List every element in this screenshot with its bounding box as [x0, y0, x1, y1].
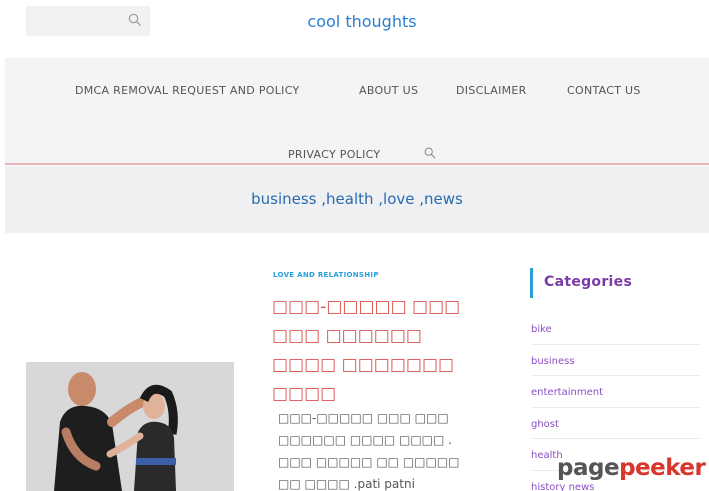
post-title-link[interactable]: □□□-□□□□□ □□□ □□□ □□□□□□ □□□□ □□□□□□□ □□… — [272, 293, 487, 409]
site-tagline: business ,health ,love ,news — [251, 190, 463, 208]
category-link-ghost[interactable]: ghost — [531, 408, 701, 439]
pagepeeker-watermark: pagepeeker — [557, 455, 706, 481]
couple-photo-illustration — [26, 362, 234, 491]
category-link-bike[interactable]: bike — [531, 313, 701, 345]
tagline-band: business ,health ,love ,news — [5, 166, 709, 233]
category-link-entertainment[interactable]: entertainment — [531, 376, 701, 408]
nav-item-privacy-policy[interactable]: PRIVACY POLICY — [288, 148, 380, 161]
main-navigation: DMCA REMOVAL REQUEST AND POLICY ABOUT US… — [5, 58, 709, 165]
search-icon[interactable] — [424, 147, 436, 159]
nav-item-disclaimer[interactable]: DISCLAIMER — [456, 84, 527, 97]
watermark-part-page: page — [557, 455, 620, 481]
nav-item-contact-us[interactable]: CONTACT US — [567, 84, 641, 97]
post-category-link[interactable]: LOVE AND RELATIONSHIP — [273, 271, 379, 279]
post-excerpt: □□□-□□□□□ □□□ □□□ □□□□□□ □□□□ □□□□ . □□□… — [278, 411, 460, 491]
post-featured-image[interactable] — [26, 362, 234, 491]
site-title[interactable]: cool thoughts — [0, 12, 709, 31]
sidebar-heading-text: Categories — [544, 274, 633, 290]
nav-item-about-us[interactable]: ABOUT US — [359, 84, 418, 97]
watermark-part-peeker: peeker — [619, 455, 706, 481]
nav-item-dmca[interactable]: DMCA REMOVAL REQUEST AND POLICY — [75, 84, 300, 97]
category-link-business[interactable]: business — [531, 345, 701, 376]
sidebar-categories-heading: Categories — [530, 268, 700, 298]
